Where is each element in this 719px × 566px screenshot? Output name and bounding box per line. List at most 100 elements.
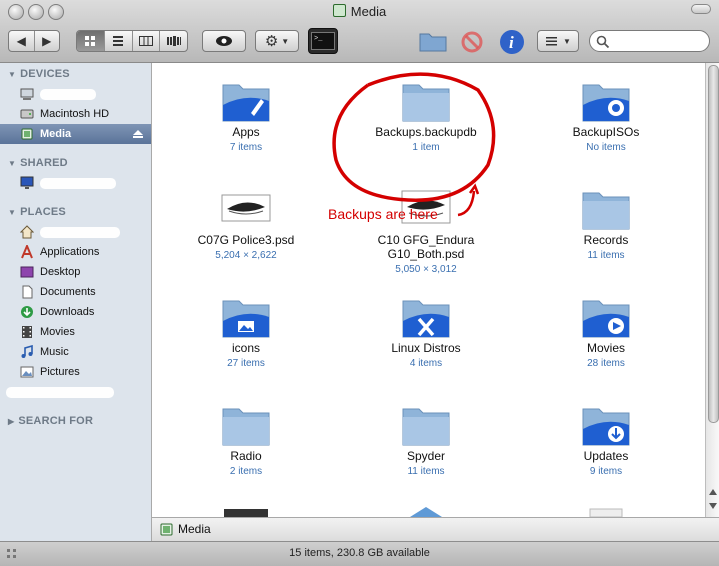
folder-icon: [402, 408, 450, 446]
sidebar-item-downloads[interactable]: Downloads: [0, 302, 151, 322]
x-folder-icon: [402, 300, 450, 338]
column-view-button[interactable]: [133, 31, 161, 51]
resize-grip-icon[interactable]: [6, 548, 18, 560]
scroll-up-arrow[interactable]: [709, 489, 717, 495]
sidebar-item-macintosh-hd[interactable]: Macintosh HD: [0, 104, 151, 124]
folder-icon: [222, 408, 270, 446]
sidebar-item-documents[interactable]: Documents: [0, 282, 151, 302]
status-bar: 15 items, 230.8 GB available: [0, 541, 719, 566]
sidebar-item-desktop[interactable]: Desktop: [0, 262, 151, 282]
sidebar-item-pictures[interactable]: Pictures: [0, 362, 151, 382]
redacted-label: [40, 89, 96, 100]
sidebar-item-applications[interactable]: Applications: [0, 242, 151, 262]
scrollbar-thumb[interactable]: [708, 65, 719, 423]
action-menu-button[interactable]: ⚙ ▼: [255, 30, 299, 52]
column-view-icon: [138, 36, 153, 46]
redacted-label: [6, 387, 114, 398]
disclosure-triangle-icon: ▼: [8, 70, 17, 79]
quick-look-button[interactable]: [202, 30, 246, 52]
sidebar-item-home[interactable]: [0, 222, 151, 242]
terminal-button[interactable]: >_: [308, 28, 338, 54]
backup-folder-icon: [582, 84, 630, 122]
home-icon: [20, 225, 34, 239]
back-forward-buttons: ◀ ▶: [8, 30, 60, 52]
arrange-menu-button[interactable]: ▼: [537, 30, 579, 52]
film-icon: [22, 326, 32, 338]
finder-window: Media ◀ ▶ ⚙ ▼ >_ i ▼ ▼ DEVICES Macintosh…: [0, 0, 719, 566]
toolbar: Media ◀ ▶ ⚙ ▼ >_ i ▼: [0, 0, 719, 63]
prohibited-icon: [461, 31, 483, 53]
folder-icon: [582, 192, 630, 230]
sidebar-section-search-for[interactable]: ▶ SEARCH FOR: [0, 411, 151, 431]
sidebar-section-places[interactable]: ▼ PLACES: [0, 202, 151, 222]
external-drive-icon: [160, 523, 173, 536]
pictures-folder-icon: [222, 300, 270, 338]
disclosure-triangle-right-icon: ▶: [8, 417, 15, 426]
redacted-label: [40, 227, 120, 238]
sidebar-item-computer[interactable]: [0, 84, 151, 104]
partial-item-icon: [589, 508, 623, 517]
chevron-down-icon: ▼: [281, 36, 290, 46]
icon-view-icon: [85, 36, 96, 46]
list-view-icon: [113, 36, 124, 46]
view-mode-buttons: [76, 30, 188, 52]
list-view-button[interactable]: [105, 31, 133, 51]
sidebar: ▼ DEVICES Macintosh HD Media ▼ SHARED ▼ PLA…: [0, 63, 152, 541]
file-browser-content: Apps 7 items Backups.backupdb 1 item Backu…: [152, 63, 705, 517]
svg-text:i: i: [509, 33, 514, 52]
disclosure-triangle-icon: ▼: [8, 208, 17, 217]
terminal-icon: >_: [311, 32, 335, 50]
pictures-icon: [20, 366, 34, 378]
gear-icon: ⚙: [264, 33, 279, 50]
movies-folder-icon: [582, 300, 630, 338]
forward-button[interactable]: ▶: [35, 31, 60, 51]
coverflow-view-button[interactable]: [160, 31, 187, 51]
scroll-down-arrow[interactable]: [709, 503, 717, 509]
annotation-arrow: [457, 183, 480, 217]
music-note-icon: [21, 345, 33, 358]
arrange-icon: [546, 37, 558, 46]
drive-icon: [332, 4, 346, 17]
new-folder-button[interactable]: [418, 29, 448, 53]
monitor-icon: [20, 176, 34, 189]
search-icon: [596, 35, 610, 49]
sidebar-item-media[interactable]: Media: [0, 124, 151, 144]
psd-thumbnail-icon: [221, 194, 271, 222]
external-drive-icon: [21, 128, 33, 140]
sidebar-item-music[interactable]: Music: [0, 342, 151, 362]
path-bar-item[interactable]: Media: [178, 522, 211, 536]
apps-folder-icon: [222, 84, 270, 122]
coverflow-view-icon: [166, 36, 181, 46]
svg-text:>_: >_: [314, 35, 323, 43]
window-title: Media: [0, 4, 719, 19]
icon-view-button[interactable]: [77, 31, 105, 51]
sidebar-item-shared-computer[interactable]: [0, 173, 151, 193]
disclosure-triangle-icon: ▼: [8, 159, 17, 168]
search-field[interactable]: [589, 30, 710, 52]
status-text: 15 items, 230.8 GB available: [289, 547, 430, 559]
applications-icon: [21, 245, 33, 259]
back-button[interactable]: ◀: [9, 31, 35, 51]
folder-icon: [419, 33, 447, 52]
sidebar-section-shared[interactable]: ▼ SHARED: [0, 153, 151, 173]
partial-item-icon: [224, 509, 268, 517]
eject-icon[interactable]: [133, 130, 143, 138]
chevron-down-icon: ▼: [563, 36, 571, 46]
eye-icon: [216, 36, 232, 46]
redacted-label: [40, 178, 116, 189]
annotation-text: Backups are here: [328, 206, 438, 222]
computer-icon: [20, 88, 34, 100]
partial-item-icon: [410, 507, 442, 517]
document-icon: [22, 285, 33, 299]
delete-button[interactable]: [460, 30, 484, 54]
path-bar: Media: [152, 517, 719, 541]
toolbar-toggle-button[interactable]: [691, 4, 711, 14]
desktop-icon: [20, 266, 34, 278]
info-icon: i: [500, 30, 524, 54]
sidebar-item-movies[interactable]: Movies: [0, 322, 151, 342]
sidebar-item-redacted[interactable]: [0, 382, 151, 402]
get-info-button[interactable]: i: [499, 29, 525, 55]
sidebar-section-devices[interactable]: ▼ DEVICES: [0, 64, 151, 84]
vertical-scrollbar[interactable]: [705, 63, 719, 517]
download-icon: [21, 306, 33, 318]
